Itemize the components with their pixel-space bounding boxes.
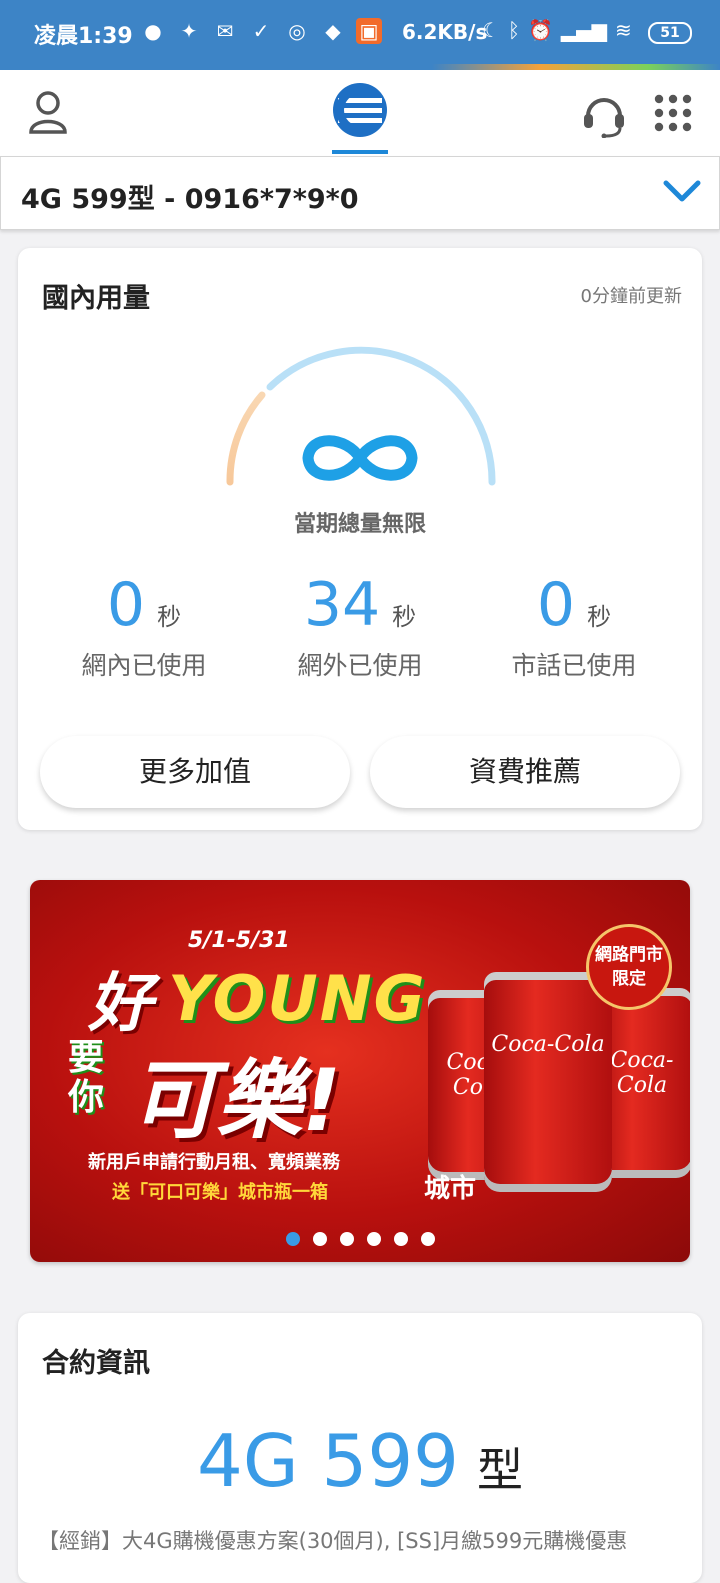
plan-recommend-button[interactable]: 資費推薦 bbox=[370, 736, 680, 808]
promo-banner-carousel[interactable]: 5/1-5/31 好 YOUNG 要你 可樂! 新用戶申請行動月租、寬頻業務 送… bbox=[30, 880, 690, 1262]
contract-plan-number: 4G 599 bbox=[197, 1419, 459, 1503]
carousel-dot[interactable] bbox=[367, 1232, 381, 1246]
plan-selector-label: 4G 599型 - 0916*7*9*0 bbox=[21, 184, 359, 215]
carousel-dot[interactable] bbox=[394, 1232, 408, 1246]
menu-grid-icon[interactable] bbox=[654, 94, 692, 132]
customer-service-icon[interactable] bbox=[580, 90, 628, 138]
usage-stat-onnet: 0秒 網內已使用 bbox=[34, 570, 254, 682]
carousel-dot[interactable] bbox=[286, 1232, 300, 1246]
banner-city-text: 城市 bbox=[424, 1174, 477, 1204]
carousel-dot[interactable] bbox=[421, 1232, 435, 1246]
signal-icon: ▂▄▆ bbox=[560, 18, 607, 42]
alarm-icon: ⏰ bbox=[527, 18, 553, 42]
banner-headline-yaoni: 要你 bbox=[68, 1037, 105, 1118]
banner-headline-young: YOUNG bbox=[168, 962, 427, 1035]
online-store-badge: 網路門市限定 bbox=[586, 924, 672, 1010]
banner-line-1: 新用戶申請行動月租、寬頻業務 bbox=[88, 1152, 340, 1173]
notification-icons: ● ✦ ✉ ✓ ◎ ◆ ▣ bbox=[140, 18, 382, 44]
plan-selector-dropdown[interactable]: 4G 599型 - 0916*7*9*0 bbox=[0, 156, 720, 230]
stat-unit: 秒 bbox=[587, 603, 612, 631]
battery-icon: 51 bbox=[648, 22, 692, 44]
active-tab-indicator bbox=[332, 150, 388, 154]
chunghwa-logo-icon[interactable] bbox=[332, 82, 388, 138]
can-brand: Coca-Cola bbox=[491, 1032, 605, 1057]
user-icon[interactable] bbox=[28, 90, 68, 134]
domestic-usage-card: 國內用量 0分鐘前更新 當期總量無限 0秒 網內已使用 34 秒 網外已使用 0秒… bbox=[18, 248, 702, 830]
checklist-icon: ✓ bbox=[252, 19, 270, 43]
mail-icon: ✉ bbox=[216, 19, 234, 43]
carousel-dot[interactable] bbox=[313, 1232, 327, 1246]
top-navigation bbox=[0, 70, 720, 156]
pin-icon: ✦ bbox=[180, 19, 198, 43]
moon-icon: ☾ bbox=[482, 18, 500, 42]
carousel-dot[interactable] bbox=[340, 1232, 354, 1246]
contract-plan-suffix: 型 bbox=[476, 1443, 523, 1497]
usage-stat-offnet: 34 秒 網外已使用 bbox=[250, 570, 470, 682]
stat-label: 網內已使用 bbox=[81, 651, 207, 680]
bluetooth-icon: ᛒ bbox=[507, 18, 520, 42]
status-time: 凌晨1:39 bbox=[34, 24, 133, 49]
stat-label: 市話已使用 bbox=[511, 651, 637, 680]
usage-stat-landline: 0秒 市話已使用 bbox=[464, 570, 684, 682]
system-icons: ☾ ᛒ ⏰ ▂▄▆ ≋ bbox=[482, 18, 632, 42]
usage-updated-time: 0分鐘前更新 bbox=[580, 286, 682, 307]
stat-value: 0 bbox=[536, 570, 576, 640]
contract-description: 【經銷】大4G購機優惠方案(30個月), [SS]月繳599元購機優惠 bbox=[38, 1529, 628, 1553]
drop-icon: ◆ bbox=[325, 19, 341, 43]
banner-date: 5/1-5/31 bbox=[188, 928, 290, 953]
more-addons-button[interactable]: 更多加值 bbox=[40, 736, 350, 808]
app-icon: ▣ bbox=[356, 18, 382, 44]
contract-card-title: 合約資訊 bbox=[42, 1348, 150, 1379]
stat-label: 網外已使用 bbox=[297, 651, 423, 680]
contract-info-card: 合約資訊 4G 599 型 【經銷】大4G購機優惠方案(30個月), [SS]月繳… bbox=[18, 1313, 702, 1583]
infinity-icon bbox=[302, 435, 418, 481]
stat-value: 34 bbox=[303, 570, 381, 640]
banner-headline-kele: 可樂! bbox=[130, 1051, 342, 1151]
wifi-icon: ≋ bbox=[615, 18, 632, 42]
badge-51-icon: ◎ bbox=[288, 19, 306, 43]
network-speed: 6.2KB/s bbox=[402, 20, 488, 44]
stat-value: 0 bbox=[106, 570, 146, 640]
line-icon: ● bbox=[144, 19, 162, 43]
chevron-down-icon[interactable] bbox=[663, 179, 701, 205]
contract-plan: 4G 599 型 bbox=[18, 1419, 702, 1503]
gauge-label: 當期總量無限 bbox=[293, 512, 426, 537]
usage-card-title: 國內用量 bbox=[42, 283, 150, 314]
banner-line-2: 送「可口可樂」城市瓶一箱 bbox=[112, 1182, 328, 1203]
stat-unit: 秒 bbox=[392, 603, 417, 631]
stat-unit: 秒 bbox=[157, 603, 182, 631]
carousel-pagination[interactable] bbox=[286, 1232, 435, 1246]
status-bar: 凌晨1:39 ● ✦ ✉ ✓ ◎ ◆ ▣ 6.2KB/s ☾ ᛒ ⏰ ▂▄▆ ≋… bbox=[0, 0, 720, 68]
coke-can-image: Coca-Cola bbox=[484, 972, 612, 1192]
